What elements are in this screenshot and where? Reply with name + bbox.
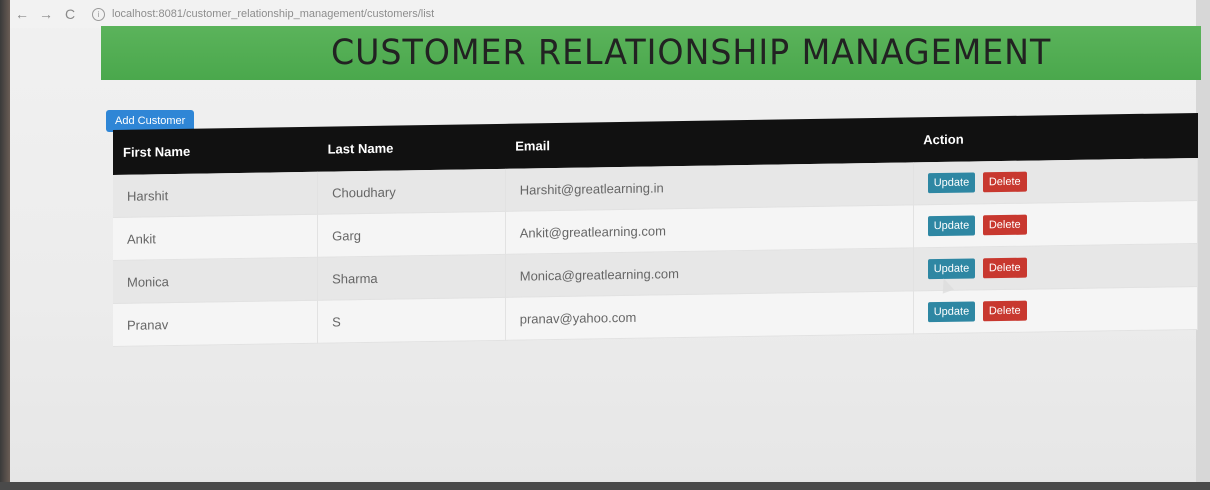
forward-arrow-icon[interactable]: → — [34, 6, 58, 22]
action-cell: Update Delete — [913, 200, 1198, 248]
reload-icon[interactable]: C — [58, 6, 82, 22]
info-icon[interactable]: i — [92, 7, 105, 21]
page-title: CUSTOMER RELATIONSHIP MANAGEMENT — [330, 33, 1052, 73]
last-name-cell: Garg — [317, 211, 506, 258]
app-header: CUSTOMER RELATIONSHIP MANAGEMENT — [101, 26, 1201, 80]
update-button[interactable]: Update — [927, 215, 976, 237]
delete-button[interactable]: Delete — [982, 257, 1027, 279]
update-button[interactable]: Update — [927, 172, 976, 194]
last-name-cell: S — [317, 297, 506, 344]
last-name-cell: Choudhary — [317, 168, 506, 215]
column-header-action: Action — [913, 112, 1198, 163]
back-arrow-icon[interactable]: ← — [10, 6, 34, 22]
update-button[interactable]: Update — [927, 301, 976, 323]
screen: ← → C i localhost:8081/customer_relation… — [0, 0, 1210, 490]
delete-button[interactable]: Delete — [982, 300, 1027, 322]
email-cell: pranav@yahoo.com — [505, 290, 914, 341]
address-bar[interactable]: i localhost:8081/customer_relationship_m… — [92, 7, 434, 21]
delete-button[interactable]: Delete — [982, 214, 1027, 236]
email-cell: Monica@greatlearning.com — [505, 247, 914, 298]
action-cell: Update Delete — [913, 286, 1198, 334]
url-text[interactable]: localhost:8081/customer_relationship_man… — [112, 8, 434, 20]
column-header-last-name: Last Name — [317, 123, 506, 172]
delete-button[interactable]: Delete — [982, 171, 1027, 193]
action-cell: Update Delete — [913, 243, 1198, 291]
monitor-bezel-bottom — [0, 482, 1210, 490]
column-header-first-name: First Name — [113, 126, 318, 175]
first-name-cell: Ankit — [113, 214, 318, 261]
first-name-cell: Monica — [113, 257, 318, 304]
first-name-cell: Pranav — [113, 300, 318, 347]
action-cell: Update Delete — [913, 157, 1198, 205]
monitor-bezel-left — [0, 0, 10, 490]
email-cell: Ankit@greatlearning.com — [505, 204, 914, 255]
first-name-cell: Harshit — [113, 171, 318, 218]
update-button[interactable]: Update — [927, 258, 976, 280]
customer-table: First Name Last Name Email Action Harshi… — [113, 112, 1198, 347]
browser-toolbar: ← → C i localhost:8081/customer_relation… — [10, 0, 1196, 28]
last-name-cell: Sharma — [317, 254, 506, 301]
column-header-email: Email — [505, 117, 914, 169]
email-cell: Harshit@greatlearning.in — [505, 162, 914, 212]
